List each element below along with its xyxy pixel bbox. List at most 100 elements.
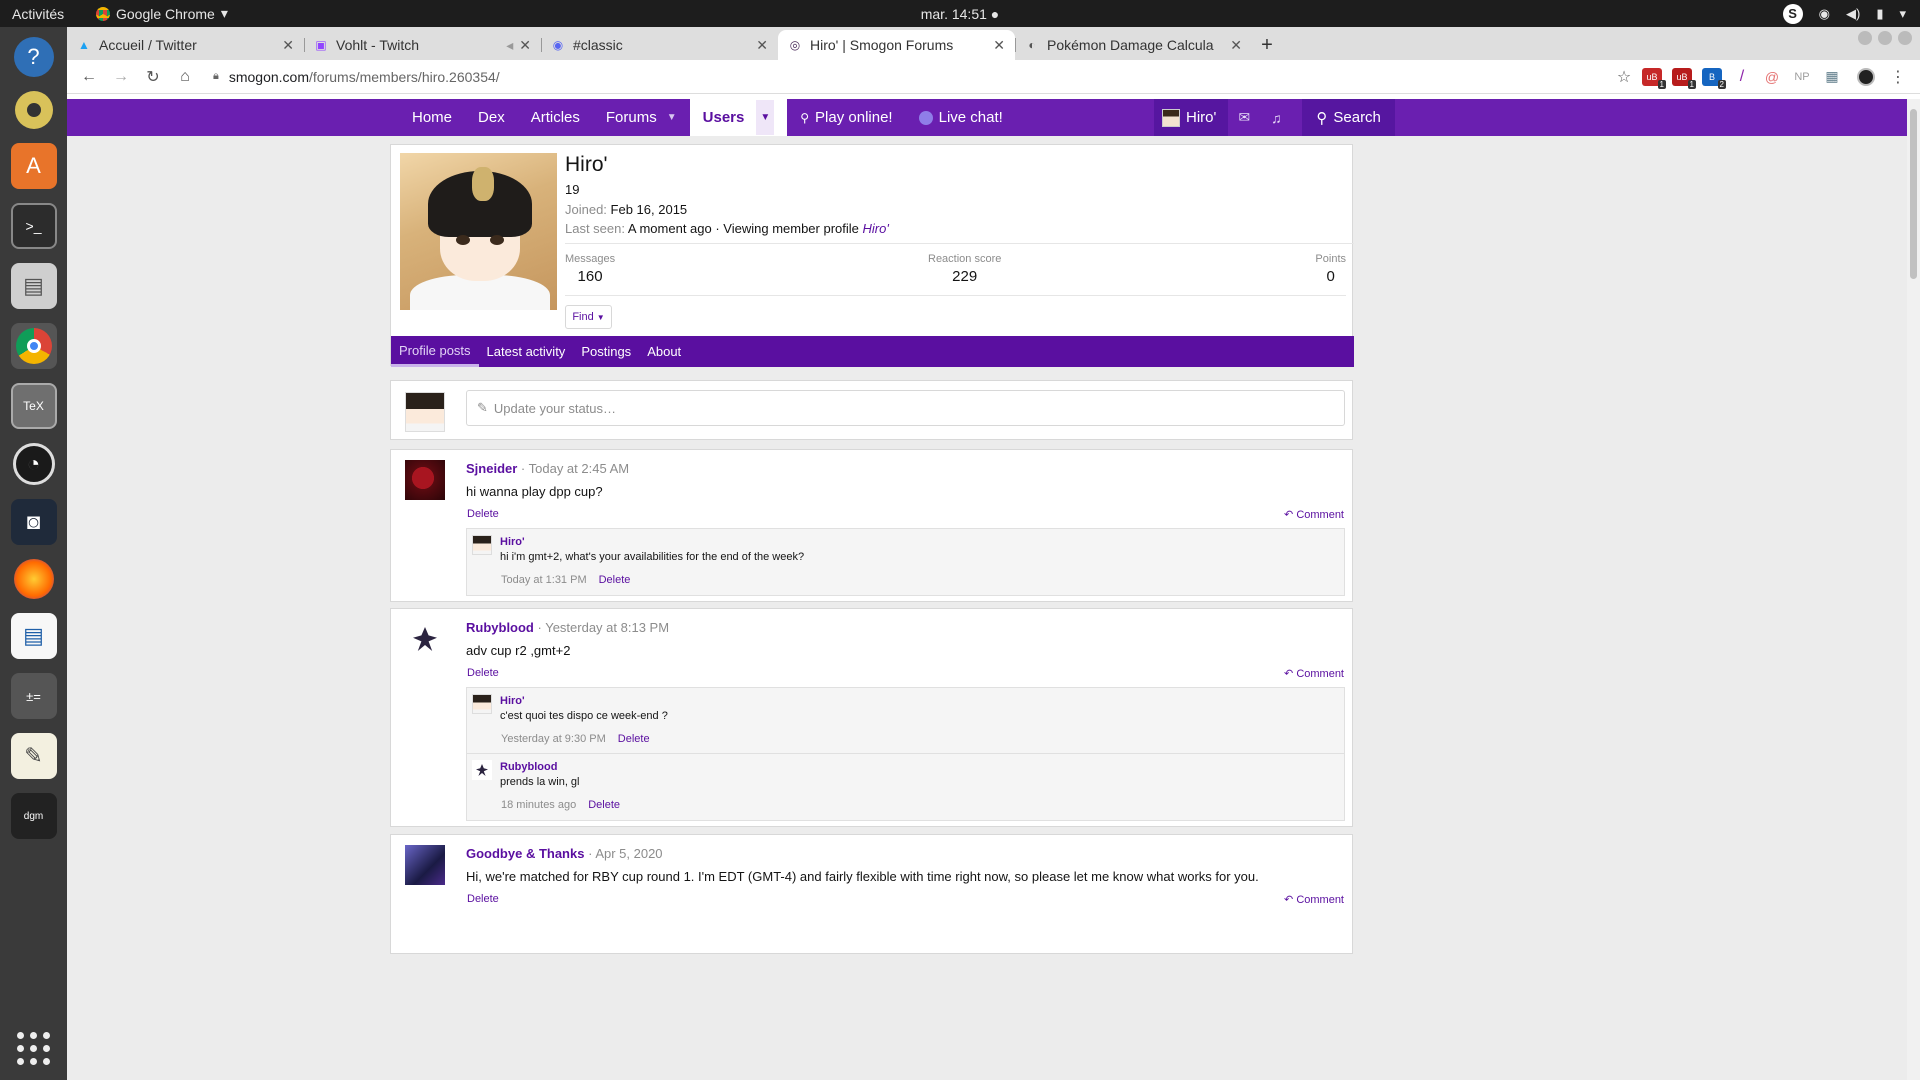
pen-extension-icon[interactable]: / [1732,68,1752,86]
nav-live-chat[interactable]: Live chat! [906,99,1016,136]
back-button[interactable]: ← [75,63,103,91]
mute-icon[interactable]: ◂ [506,37,513,54]
delete-link[interactable]: Delete [599,574,631,586]
scrollbar-thumb[interactable] [1910,109,1917,279]
avatar[interactable] [405,619,445,659]
avatar[interactable] [472,694,492,714]
comment-link[interactable]: ↶ Comment [1284,508,1344,521]
spiral-extension-icon[interactable]: @ [1762,68,1782,86]
profile-avatar-icon[interactable] [1852,63,1880,91]
tab-latest-activity[interactable]: Latest activity [479,336,574,367]
comment-date[interactable]: 18 minutes ago [501,799,576,811]
close-icon[interactable]: ✕ [756,37,768,54]
chevron-down-icon[interactable]: ▼ [667,112,677,123]
tab-postings[interactable]: Postings [573,336,639,367]
power-menu-icon[interactable]: ▾ [1899,6,1906,22]
lock-icon[interactable]: 🔒︎ [213,70,219,83]
text-editor-icon[interactable]: ✎ [10,733,57,779]
stat-messages[interactable]: Messages 160 [565,253,615,285]
comment-date[interactable]: Yesterday at 9:30 PM [501,733,606,745]
comment-username[interactable]: Rubyblood [500,761,557,773]
clock[interactable]: mar. 14:51 [921,6,987,22]
new-tab-button[interactable]: + [1252,30,1282,60]
delete-link[interactable]: Delete [467,667,499,679]
tab-twitter[interactable]: ▲ Accueil / Twitter ✕ [67,30,304,60]
file-cabinet-icon[interactable]: ▤ [10,263,57,309]
chrome-dock-icon[interactable] [10,323,57,369]
app-menu[interactable]: Google Chrome ▾ [96,5,228,22]
comment-link[interactable]: ↶ Comment [1284,667,1344,680]
calculator-icon[interactable]: ±= [10,673,57,719]
last-seen-link[interactable]: Hiro' [863,221,889,236]
nav-articles[interactable]: Articles [518,99,593,136]
tab-discord[interactable]: ◉ #classic ✕ [541,30,778,60]
member-avatar[interactable] [400,153,557,310]
forward-button[interactable]: → [107,63,135,91]
ublock-origin-icon[interactable]: uB 1 [1672,67,1696,89]
maximize-button[interactable] [1878,31,1892,45]
post-username[interactable]: Sjneider [466,461,517,476]
nav-play-online[interactable]: ⚲ Play online! [787,99,905,136]
nav-forums[interactable]: Forums ▼ [593,99,690,136]
writer-icon[interactable]: ▤ [10,613,57,659]
bell-icon[interactable]: ♫ [1260,99,1292,136]
tab-about[interactable]: About [639,336,689,367]
find-button[interactable]: Find ▼ [565,305,612,329]
game-emulator-icon[interactable]: dgm [10,793,57,839]
show-apps-icon[interactable] [16,1032,51,1066]
firefox-icon[interactable] [13,559,54,599]
nav-users[interactable]: Users ▼ [689,99,788,136]
avatar[interactable] [472,760,492,780]
np-extension-icon[interactable]: NP [1792,68,1812,86]
delete-link[interactable]: Delete [588,799,620,811]
nav-dex[interactable]: Dex [465,99,518,136]
delete-link[interactable]: Delete [467,508,499,520]
post-date[interactable]: · Today at 2:45 AM [521,461,629,476]
envelope-icon[interactable]: ✉ [1228,99,1260,136]
screenshot-extension-icon[interactable]: ▦ [1822,68,1842,86]
post-date[interactable]: · Yesterday at 8:13 PM [538,620,670,635]
close-icon[interactable]: ✕ [993,37,1005,54]
battery-icon[interactable]: ▮ [1876,6,1883,22]
home-button[interactable]: ⌂ [171,63,199,91]
volume-icon[interactable]: ◀) [1846,6,1860,22]
help-icon[interactable]: ? [13,37,54,77]
comment-link[interactable]: ↶ Comment [1284,893,1344,906]
close-icon[interactable]: ✕ [1230,37,1242,54]
account-menu[interactable]: Hiro' [1154,99,1229,136]
delete-link[interactable]: Delete [618,733,650,745]
chevron-down-icon[interactable]: ▼ [756,100,775,135]
avatar[interactable] [472,535,492,555]
stat-points[interactable]: Points 0 [1315,253,1346,285]
software-center-icon[interactable]: A [10,143,57,189]
comment-date[interactable]: Today at 1:31 PM [501,574,587,586]
tab-smogon[interactable]: ◎ Hiro' | Smogon Forums ✕ [778,30,1015,60]
wifi-icon[interactable]: ◉ [1819,6,1830,22]
menu-kebab-icon[interactable]: ⋮ [1884,63,1912,91]
page-scrollbar[interactable] [1907,99,1920,1080]
post-date[interactable]: · Apr 5, 2020 [588,846,662,861]
avatar[interactable] [405,392,445,432]
texmaker-icon[interactable]: TeX [10,383,57,429]
rhythmbox-icon[interactable] [14,91,53,129]
tab-twitch[interactable]: ▣ Vohlt - Twitch ◂ ✕ [304,30,541,60]
close-window-button[interactable] [1898,31,1912,45]
avatar[interactable] [405,845,445,885]
search-button[interactable]: ⚲ Search [1302,99,1395,136]
screen-recorder-icon[interactable]: ◙ [10,499,57,545]
bitwarden-icon[interactable]: B2 [1702,67,1726,89]
avatar[interactable] [405,460,445,500]
comment-username[interactable]: Hiro' [500,695,525,707]
post-username[interactable]: Goodbye & Thanks [466,846,584,861]
tab-profile-posts[interactable]: Profile posts [391,336,479,367]
close-icon[interactable]: ✕ [282,37,294,54]
obs-icon[interactable]: ◔ [12,443,55,485]
ublock-icon[interactable]: uB 1 [1642,67,1666,89]
close-icon[interactable]: ✕ [519,37,531,54]
delete-link[interactable]: Delete [467,893,499,905]
system-tray[interactable]: S ◉ ◀) ▮ ▾ [1782,0,1906,27]
stat-reaction-score[interactable]: Reaction score 229 [928,253,1001,285]
activities-button[interactable]: Activités [0,6,96,22]
status-input[interactable]: ✎ Update your status… [466,390,1345,426]
tab-damage-calc[interactable]: ◐ Pokémon Damage Calcula ✕ [1015,30,1252,60]
